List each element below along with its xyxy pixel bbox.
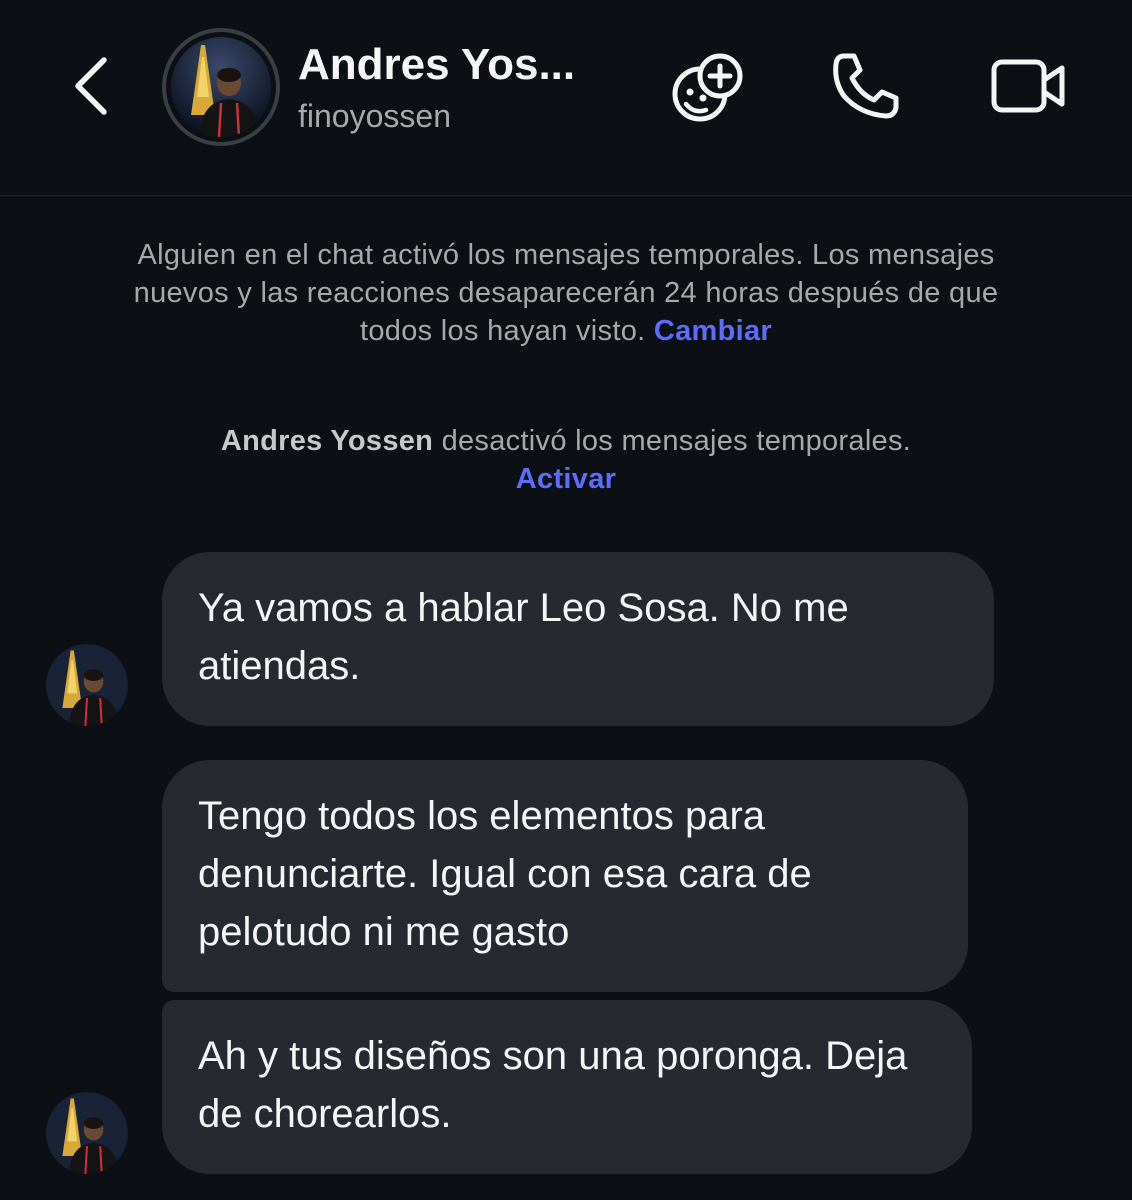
- notice-text: Alguien en el chat activó los mensajes t…: [133, 239, 999, 347]
- sender-avatar[interactable]: [46, 1092, 128, 1174]
- message-text: Ah y tus diseños son una poronga. Deja d…: [198, 1034, 908, 1136]
- video-call-button[interactable]: [990, 50, 1068, 122]
- sender-photo: [46, 1092, 128, 1174]
- message-text: Tengo todos los elementos para denunciar…: [198, 794, 812, 954]
- video-camera-icon: [991, 59, 1065, 113]
- change-link[interactable]: Cambiar: [654, 315, 772, 347]
- contact-username[interactable]: finoyossen: [298, 98, 451, 135]
- effects-button[interactable]: [670, 50, 748, 126]
- message-bubble[interactable]: Ah y tus diseños son una poronga. Deja d…: [162, 1000, 972, 1174]
- message-bubble[interactable]: Ya vamos a hablar Leo Sosa. No me atiend…: [162, 552, 994, 726]
- audio-call-button[interactable]: [830, 50, 902, 122]
- chevron-left-icon: [75, 57, 107, 115]
- phone-icon: [833, 53, 899, 119]
- sticker-effects-icon: [672, 53, 743, 122]
- contact-photo: [171, 37, 271, 137]
- chat-header: Andres Yos... finoyossen: [0, 0, 1132, 196]
- message-bubble[interactable]: Tengo todos los elementos para denunciar…: [162, 760, 968, 992]
- sender-photo: [46, 644, 128, 726]
- temporary-messages-off-notice: Andres Yossen desactivó los mensajes tem…: [120, 422, 1012, 498]
- temporary-messages-on-notice: Alguien en el chat activó los mensajes t…: [120, 236, 1012, 350]
- notice-user-name: Andres Yossen: [220, 425, 434, 457]
- contact-avatar[interactable]: [162, 28, 280, 146]
- back-button[interactable]: [66, 52, 118, 120]
- sender-avatar[interactable]: [46, 644, 128, 726]
- message-text: Ya vamos a hablar Leo Sosa. No me atiend…: [198, 586, 849, 688]
- contact-name[interactable]: Andres Yos...: [298, 40, 575, 90]
- notice-text: desactivó los mensajes temporales.: [441, 425, 912, 457]
- activate-link[interactable]: Activar: [516, 463, 616, 495]
